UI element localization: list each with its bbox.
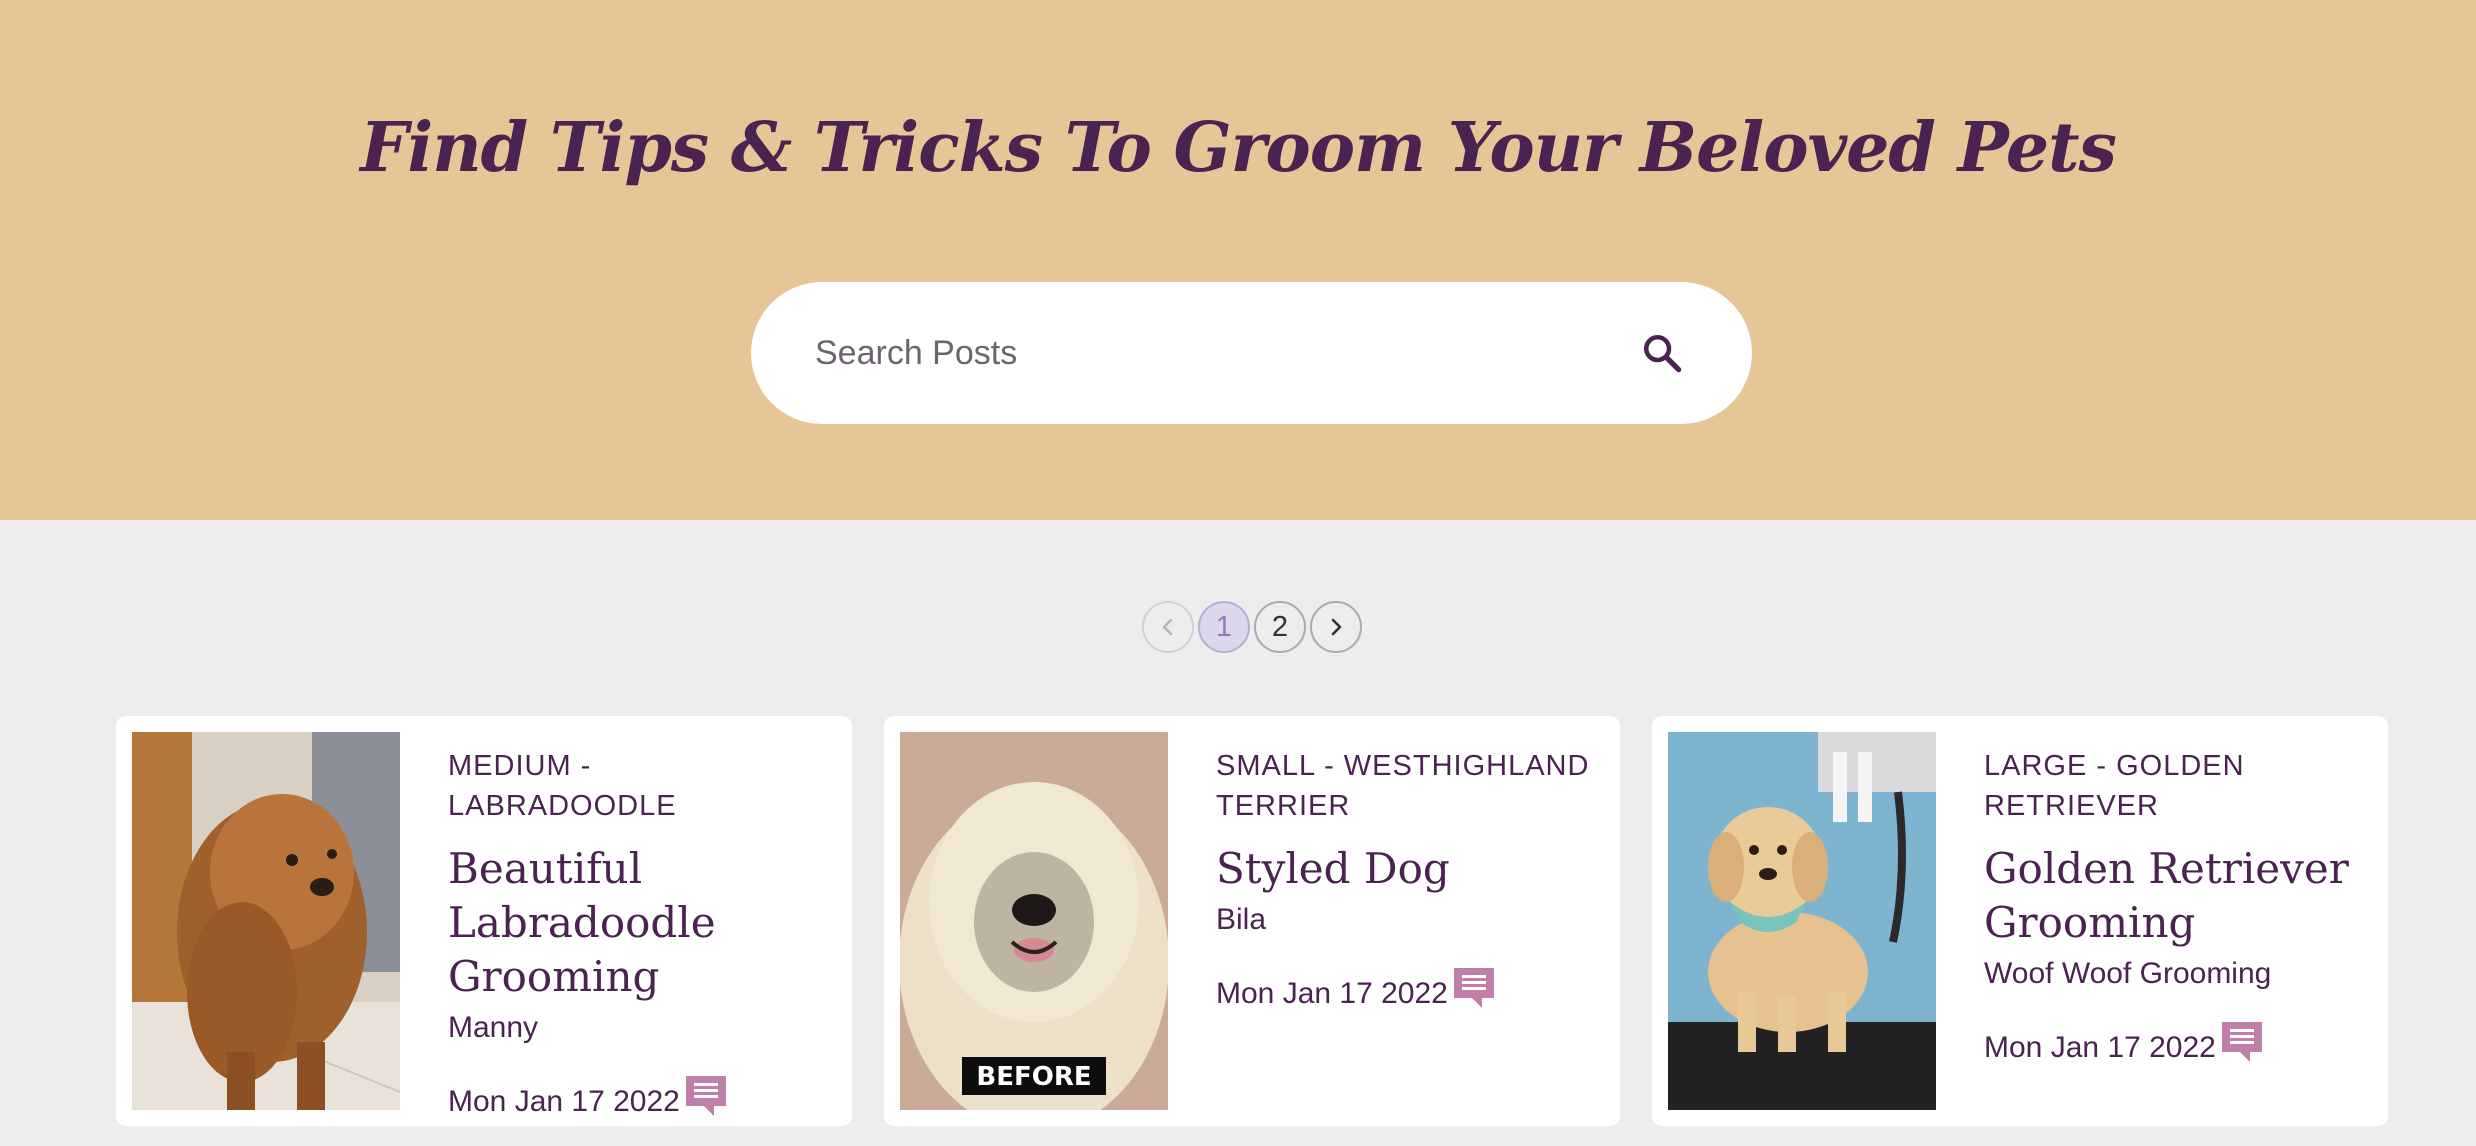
post-category: SMALL - WESTHIGHLAND TERRIER [1216, 750, 1590, 822]
search-input[interactable] [815, 322, 1595, 384]
post-title[interactable]: Golden Retriever Grooming [1984, 842, 2364, 950]
chevron-right-icon [1331, 618, 1342, 636]
post-category: MEDIUM - LABRADOODLE [448, 750, 677, 822]
hero-banner: Find Tips & Tricks To Groom Your Beloved… [0, 0, 2476, 520]
search-icon[interactable] [1641, 332, 1683, 374]
post-thumbnail-golden-retriever[interactable] [1668, 732, 1936, 1110]
pagination-next-button[interactable] [1310, 601, 1362, 653]
page-title: Find Tips & Tricks To Groom Your Beloved… [360, 108, 2117, 188]
post-card[interactable]: MEDIUM - LABRADOODLE Beautiful Labradood… [116, 716, 852, 1126]
post-date: Mon Jan 17 2022 [1216, 977, 1448, 1010]
pagination-prev-button[interactable] [1142, 601, 1194, 653]
post-category: LARGE - GOLDEN RETRIEVER [1984, 750, 2245, 822]
comment-icon[interactable] [684, 1074, 728, 1116]
post-info: LARGE - GOLDEN RETRIEVER Golden Retrieve… [1984, 746, 2364, 1068]
golden-retriever-photo [1668, 732, 1936, 1110]
post-info: SMALL - WESTHIGHLAND TERRIER Styled Dog … [1216, 746, 1596, 1014]
before-badge: BEFORE [976, 1062, 1091, 1092]
comment-icon[interactable] [1452, 966, 1496, 1008]
post-card[interactable]: BEFORE SMALL - WESTHIGHLAND TERRIER Styl… [884, 716, 1620, 1126]
post-card[interactable]: LARGE - GOLDEN RETRIEVER Golden Retrieve… [1652, 716, 2388, 1126]
post-meta: Mon Jan 17 2022 [1216, 966, 1596, 1014]
post-author: Manny [448, 1011, 539, 1044]
labradoodle-photo [132, 732, 400, 1110]
post-title[interactable]: Styled Dog [1216, 842, 1596, 896]
post-meta: Mon Jan 17 2022 [1984, 1020, 2364, 1068]
pagination: 1 2 [1142, 601, 1362, 653]
chevron-left-icon [1162, 618, 1173, 636]
pagination-page-2[interactable]: 2 [1254, 601, 1306, 653]
post-date: Mon Jan 17 2022 [448, 1085, 680, 1118]
post-author: Bila [1216, 903, 1267, 936]
post-title[interactable]: Beautiful Labradoodle Grooming [448, 842, 828, 1004]
comment-icon[interactable] [2220, 1020, 2264, 1062]
post-date: Mon Jan 17 2022 [1984, 1031, 2216, 1064]
terrier-photo: BEFORE [900, 732, 1168, 1110]
post-meta: Mon Jan 17 2022 [448, 1074, 828, 1122]
search-bar [751, 282, 1752, 424]
post-thumbnail-westie[interactable]: BEFORE [900, 732, 1168, 1110]
post-info: MEDIUM - LABRADOODLE Beautiful Labradood… [448, 746, 828, 1122]
post-author: Woof Woof Grooming [1984, 957, 2272, 990]
post-thumbnail-labradoodle[interactable] [132, 732, 400, 1110]
pagination-page-1[interactable]: 1 [1198, 601, 1250, 653]
